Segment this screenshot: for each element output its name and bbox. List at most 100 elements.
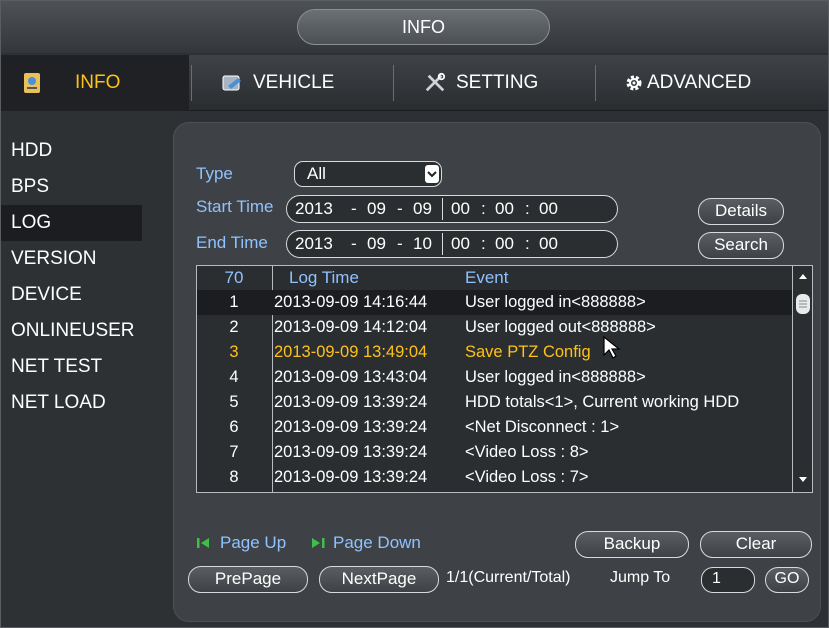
start-year[interactable]: 2013 (295, 199, 333, 219)
end-month[interactable]: 09 (367, 234, 386, 254)
jump-to-label: Jump To (610, 569, 671, 586)
table-row[interactable]: 8 2013-09-09 13:39:24 <Video Loss : 7> (197, 465, 792, 490)
details-button[interactable]: Details (698, 198, 784, 225)
row-number: 8 (229, 468, 239, 486)
date-separator: - (351, 199, 357, 218)
row-log-time: 2013-09-09 14:12:04 (274, 318, 428, 336)
end-second[interactable]: 00 (539, 234, 558, 254)
date-separator: - (397, 199, 403, 218)
sidebar-item-device[interactable]: DEVICE (1, 277, 142, 313)
scroll-up-arrow-icon[interactable] (796, 269, 810, 283)
clear-button[interactable]: Clear (700, 531, 812, 558)
start-minute[interactable]: 00 (495, 199, 514, 219)
sidebar-item-hdd[interactable]: HDD (1, 133, 142, 169)
row-event: <Net Disconnect : 1> (465, 418, 620, 436)
row-event: <Video Loss : 8> (465, 443, 589, 461)
sidebar-item-bps[interactable]: BPS (1, 169, 142, 205)
start-second[interactable]: 00 (539, 199, 558, 219)
row-log-time: 2013-09-09 13:39:24 (274, 418, 428, 436)
start-day[interactable]: 09 (413, 199, 432, 219)
tab-vehicle[interactable]: VEHICLE (221, 55, 391, 111)
type-label: Type (196, 164, 233, 183)
tab-divider (393, 65, 394, 101)
chevron-down-icon (425, 165, 439, 183)
row-event: User logged in<888888> (465, 293, 646, 311)
nextpage-button[interactable]: NextPage (319, 566, 439, 593)
table-row[interactable]: 5 2013-09-09 13:39:24 HDD totals<1>, Cur… (197, 390, 792, 415)
end-day[interactable]: 10 (413, 234, 432, 254)
tab-advanced-label: ADVANCED (647, 72, 752, 93)
table-scrollbar[interactable] (792, 266, 812, 492)
jump-to-input[interactable]: 1 (701, 567, 755, 593)
end-hour[interactable]: 00 (451, 234, 470, 254)
table-header: 70 Log Time Event (197, 266, 792, 290)
row-event: User logged out<888888> (465, 318, 656, 336)
header-count: 70 (224, 268, 244, 287)
header-event: Event (465, 268, 509, 287)
scroll-down-arrow-icon[interactable] (796, 473, 810, 487)
row-number: 2 (229, 318, 239, 336)
row-number: 3 (229, 343, 239, 361)
table-row[interactable]: 1 2013-09-09 14:16:44 User logged in<888… (197, 290, 792, 315)
end-time-label: End Time (196, 233, 268, 252)
date-separator: - (351, 234, 357, 253)
page-up-label: Page Up (220, 533, 287, 552)
backup-button[interactable]: Backup (575, 531, 689, 558)
table-row[interactable]: 6 2013-09-09 13:39:24 <Net Disconnect : … (197, 415, 792, 440)
tab-advanced[interactable]: ADVANCED (623, 55, 813, 111)
vehicle-icon (221, 72, 243, 94)
start-month[interactable]: 09 (367, 199, 386, 219)
app-window: INFO INFO VEHICLE SETTING ADVANCED HDD B… (0, 0, 829, 628)
type-select[interactable]: All (294, 161, 442, 187)
log-panel: Type All Start Time 2013 - 09 - 09 00 : … (173, 122, 821, 622)
time-separator: : (481, 234, 486, 253)
row-log-time: 2013-09-09 13:49:04 (274, 343, 428, 361)
row-log-time: 2013-09-09 13:39:24 (274, 468, 428, 486)
row-log-time: 2013-09-09 13:39:24 (274, 443, 428, 461)
sidebar-item-version[interactable]: VERSION (1, 241, 142, 277)
header-log-time: Log Time (289, 268, 359, 287)
table-row[interactable]: 3 2013-09-09 13:49:04 Save PTZ Config (197, 340, 792, 365)
sidebar-item-onlineuser[interactable]: ONLINEUSER (1, 313, 142, 349)
row-log-time: 2013-09-09 14:16:44 (274, 293, 428, 311)
sidebar-item-log[interactable]: LOG (1, 205, 142, 241)
table-row[interactable]: 2 2013-09-09 14:12:04 User logged out<88… (197, 315, 792, 340)
page-down-icon (309, 536, 327, 550)
end-minute[interactable]: 00 (495, 234, 514, 254)
date-separator: - (397, 234, 403, 253)
end-time-field[interactable]: 2013 - 09 - 10 00 : 00 : 00 (286, 230, 618, 258)
table-row[interactable]: 4 2013-09-09 13:43:04 User logged in<888… (197, 365, 792, 390)
start-time-field[interactable]: 2013 - 09 - 09 00 : 00 : 00 (286, 195, 618, 223)
search-button[interactable]: Search (698, 232, 784, 259)
tab-info[interactable]: INFO (1, 55, 189, 111)
tab-divider (191, 65, 192, 101)
go-button[interactable]: GO (765, 567, 809, 593)
tab-vehicle-label: VEHICLE (253, 72, 335, 93)
tab-info-label: INFO (75, 72, 121, 93)
window-title: INFO (297, 9, 550, 45)
tab-setting[interactable]: SETTING (424, 55, 594, 111)
row-number: 4 (229, 368, 239, 386)
page-up-link[interactable]: Page Up (196, 533, 286, 553)
sidebar-item-net-load[interactable]: NET LOAD (1, 385, 142, 421)
row-event: Save PTZ Config (465, 343, 591, 361)
prepage-button[interactable]: PrePage (188, 566, 308, 593)
row-number: 6 (229, 418, 239, 436)
scroll-thumb[interactable] (796, 294, 810, 314)
page-up-icon (196, 536, 214, 550)
type-select-value: All (307, 164, 326, 183)
row-number: 1 (229, 293, 239, 311)
row-log-time: 2013-09-09 13:43:04 (274, 368, 428, 386)
sidebar-item-net-test[interactable]: NET TEST (1, 349, 142, 385)
time-separator: : (525, 199, 530, 218)
start-hour[interactable]: 00 (451, 199, 470, 219)
info-icon (21, 72, 43, 94)
mouse-cursor-icon (602, 335, 622, 361)
page-down-link[interactable]: Page Down (309, 533, 421, 553)
tab-divider (595, 65, 596, 101)
table-row[interactable]: 7 2013-09-09 13:39:24 <Video Loss : 8> (197, 440, 792, 465)
title-bar: INFO (1, 1, 828, 53)
end-year[interactable]: 2013 (295, 234, 333, 254)
tab-setting-label: SETTING (456, 72, 539, 93)
row-event: <Video Loss : 7> (465, 468, 589, 486)
